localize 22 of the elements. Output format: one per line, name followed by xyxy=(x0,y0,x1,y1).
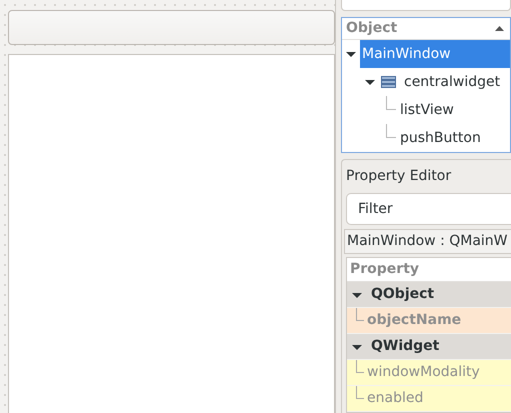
filter-field[interactable]: Filter xyxy=(346,193,511,225)
expanded-arrow-icon[interactable] xyxy=(346,49,356,60)
expanded-arrow-icon[interactable] xyxy=(365,77,375,88)
search-field[interactable] xyxy=(341,0,511,12)
tree-item[interactable]: centralwidget xyxy=(402,68,510,96)
property-name: objectName xyxy=(367,311,462,330)
column-title: Object xyxy=(346,19,398,38)
group-label: QObject xyxy=(371,285,434,304)
tree-item[interactable]: pushButton xyxy=(398,124,510,152)
group-row[interactable]: QObject xyxy=(347,282,511,308)
tree-item[interactable]: listView xyxy=(398,96,510,124)
filter-placeholder: Filter xyxy=(358,200,393,218)
group-row[interactable]: QWidget xyxy=(347,334,511,360)
property-name: enabled xyxy=(367,389,424,408)
panel-title: Property Editor xyxy=(346,167,452,186)
tree-item[interactable]: MainWindow xyxy=(360,40,510,68)
group-label: QWidget xyxy=(371,337,440,356)
sort-arrow-icon xyxy=(495,26,504,32)
property-name: windowModality xyxy=(367,363,480,382)
column-title: Property xyxy=(350,260,420,279)
class-label: MainWindow : QMainW xyxy=(347,232,508,251)
stacked-layers-icon xyxy=(381,76,396,89)
